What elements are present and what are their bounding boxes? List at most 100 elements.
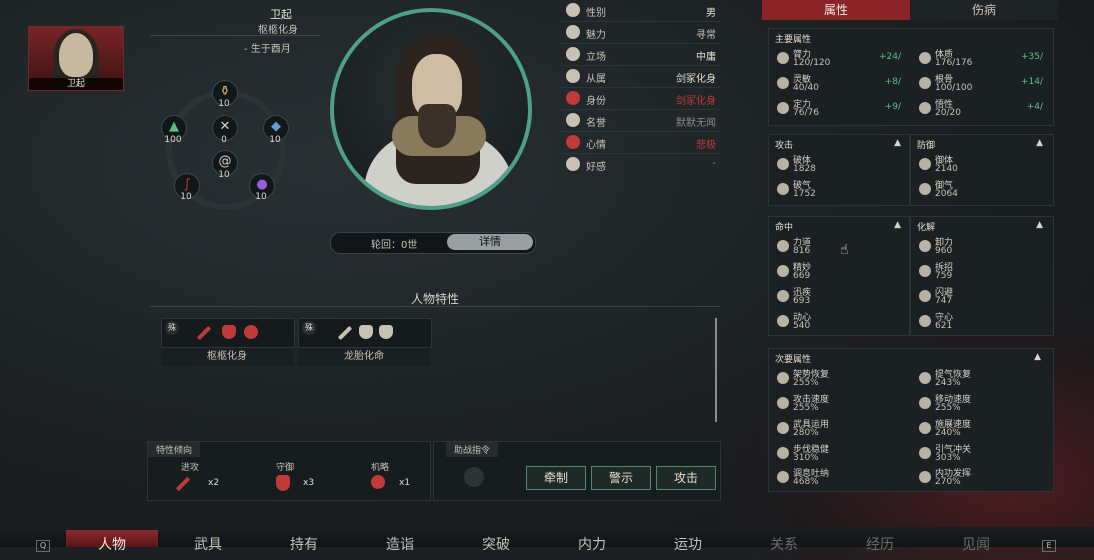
- info-row-reputation: 名誉 默默无闻: [560, 110, 720, 132]
- stat-insight: 悟性 20/20 +4/: [915, 97, 1047, 121]
- stat-break-body: 破体 1828: [773, 153, 905, 177]
- stat-bonus: +24/: [878, 52, 901, 62]
- nav-inventory[interactable]: 持有: [290, 534, 318, 554]
- wheel-value-bottom-right: 10: [255, 192, 267, 202]
- fist-icon: [777, 372, 789, 384]
- star-icon: [777, 265, 789, 277]
- info-value: 寻常: [696, 30, 716, 41]
- stat-qi-recovery: 提气恢复 243%: [915, 367, 1047, 391]
- stat-bonus: +14/: [1020, 77, 1043, 87]
- wheel-value-top: 10: [218, 99, 230, 109]
- info-row-affiliation: 从属 剑冢化身: [560, 66, 720, 88]
- tab-attributes[interactable]: 属性: [762, 0, 910, 20]
- stat-counter: 拆招 759: [915, 260, 1047, 284]
- stat-breathing: 调息吐纳 468%: [773, 466, 905, 490]
- warn-button[interactable]: 警示: [591, 466, 651, 490]
- stat-bonus: +4/: [1026, 102, 1043, 112]
- nav-weapons[interactable]: 武具: [194, 534, 222, 554]
- stat-value: 960: [935, 246, 953, 256]
- nav-knowledge[interactable]: 见闻: [962, 534, 990, 554]
- nav-relations[interactable]: 关系: [770, 534, 798, 554]
- stat-break-qi: 破气 1752: [773, 178, 905, 202]
- trait-card[interactable]: 殊: [161, 318, 295, 348]
- tendency-attack: 进攻: [180, 463, 199, 473]
- stat-bonus: +9/: [884, 102, 901, 112]
- wheel-value-bottom-left: 10: [180, 192, 192, 202]
- stat-constitution: 体质 176/176 +35/: [915, 47, 1047, 71]
- stat-value: 270%: [935, 477, 961, 487]
- lotus-icon: [919, 315, 931, 327]
- character-thumbnail[interactable]: 卫起: [28, 26, 124, 91]
- stat-guard-qi: 御气 2064: [915, 178, 1047, 202]
- trait-card[interactable]: 殊: [298, 318, 432, 348]
- stat-value: 255%: [793, 403, 819, 413]
- reincarnation-bar: 轮回：0世 详情: [330, 232, 536, 254]
- nav-breakthrough[interactable]: 突破: [482, 534, 510, 554]
- panel-header: 特性倾向: [148, 442, 201, 457]
- info-label: 好感: [586, 162, 606, 173]
- stat-focus: 定力 76/76 +9/: [773, 97, 905, 121]
- affiliation-icon: [566, 69, 580, 83]
- stat-attack-speed: 攻击速度 255%: [773, 392, 905, 416]
- cluster-icon: [244, 325, 258, 339]
- tendency-defense-count: x3: [303, 478, 315, 488]
- nav-mastery[interactable]: 造诣: [386, 534, 414, 554]
- secondary-attributes-box: 次要属性 ▲ 架势恢复 255% 提气恢复 243% 攻击速度 255% 移动速度 25…: [768, 348, 1054, 492]
- stat-guard-body: 御体 2140: [915, 153, 1047, 177]
- charm-icon: [566, 25, 580, 39]
- collapse-icon[interactable]: ▲: [894, 220, 901, 230]
- collapse-icon[interactable]: ▲: [1036, 138, 1043, 148]
- stat-value: 1752: [793, 189, 816, 199]
- body-icon: [919, 52, 931, 64]
- traits-divider: [150, 306, 720, 307]
- bone-icon: [919, 77, 931, 89]
- info-row-gender: 性别 男: [560, 0, 720, 22]
- scroll-icon: [919, 102, 931, 114]
- details-button[interactable]: 详情: [447, 234, 533, 250]
- cursor-icon: ☝: [840, 242, 849, 258]
- info-label: 魅力: [586, 30, 606, 41]
- reputation-icon: [566, 113, 580, 127]
- collapse-icon[interactable]: ▲: [1034, 352, 1041, 362]
- stat-value: 280%: [793, 428, 819, 438]
- stat-move-speed: 移动速度 255%: [915, 392, 1047, 416]
- feather-icon: [777, 77, 789, 89]
- stat-value: 176/176: [935, 58, 973, 68]
- stat-value: 40/40: [793, 83, 819, 93]
- stat-value: 100/100: [935, 83, 973, 93]
- tendency-strategy: 机略: [370, 463, 389, 473]
- info-row-stance: 立场 中庸: [560, 44, 720, 66]
- info-row-identity: 身份 剑冢化身: [560, 88, 720, 110]
- stat-value: 303%: [935, 453, 961, 463]
- restrain-button[interactable]: 牵制: [526, 466, 586, 490]
- main-attributes-box: 主要属性 膂力 120/120 +24/ 体质 176/176 +35/ 灵敏 40/40…: [768, 28, 1054, 126]
- attack-button[interactable]: 攻击: [656, 466, 716, 490]
- section-header: 次要属性: [775, 355, 812, 365]
- tendency-defense: 守御: [275, 463, 294, 473]
- collapse-icon[interactable]: ▲: [894, 138, 901, 148]
- stat-value: 2064: [935, 189, 958, 199]
- stat-value: 693: [793, 296, 811, 306]
- nav-history[interactable]: 经历: [866, 534, 894, 554]
- tab-injury[interactable]: 伤病: [910, 0, 1058, 20]
- collapse-icon[interactable]: ▲: [1036, 220, 1043, 230]
- attack-box: 攻击 ▲ 破体 1828 破气 1752: [768, 134, 910, 206]
- cluster-icon: [371, 475, 385, 489]
- key-hint-right: E: [1042, 540, 1056, 552]
- spiral-icon: [919, 471, 931, 483]
- stat-bone: 根骨 100/100 +14/: [915, 72, 1047, 96]
- claw-icon: [777, 183, 789, 195]
- nav-inner-power[interactable]: 内力: [578, 534, 606, 554]
- hammer-icon: [777, 240, 789, 252]
- scrollbar[interactable]: [715, 318, 717, 422]
- section-header: 防御: [917, 141, 936, 151]
- foot-icon: [777, 447, 789, 459]
- wheel-value-center: 0: [221, 135, 227, 145]
- fist-icon[interactable]: [464, 467, 484, 487]
- tendency-strategy-count: x1: [399, 478, 411, 488]
- stat-value: 240%: [935, 428, 961, 438]
- nav-character[interactable]: 人物: [98, 534, 126, 554]
- stat-value: 255%: [935, 403, 961, 413]
- nav-circulation[interactable]: 运功: [674, 534, 702, 554]
- info-row-charm: 魅力 寻常: [560, 22, 720, 44]
